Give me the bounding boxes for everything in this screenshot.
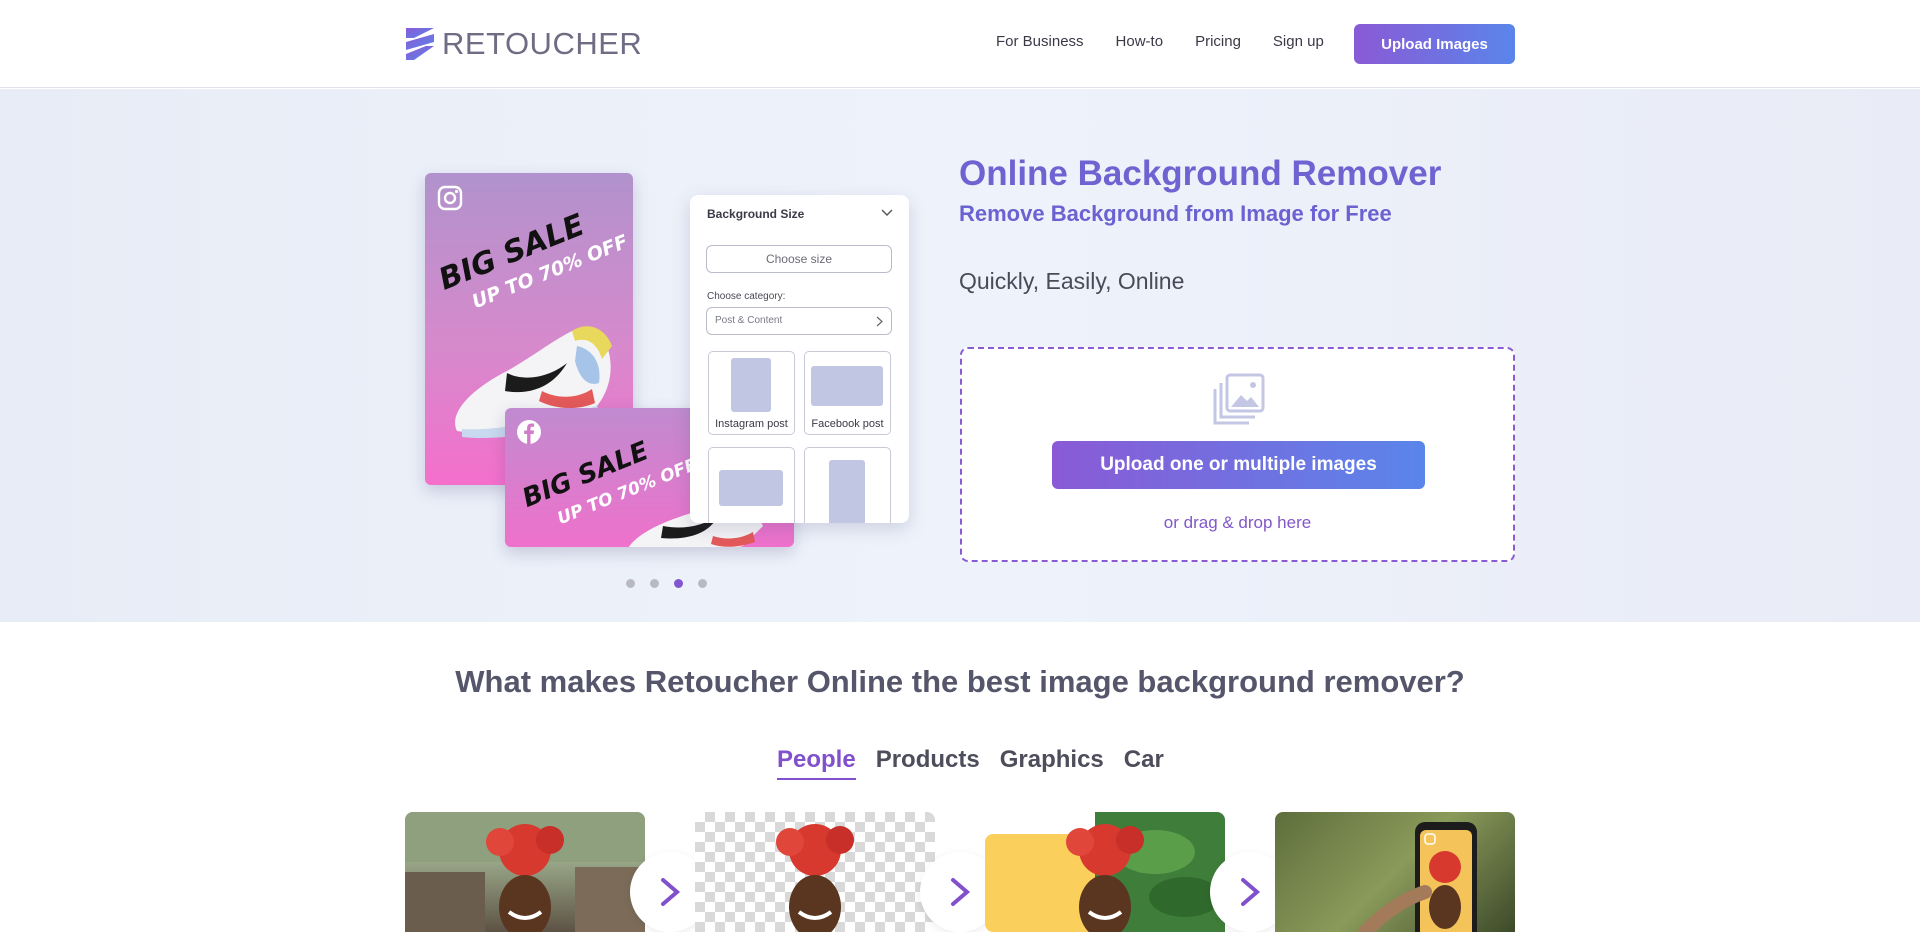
tile-landscape[interactable] — [708, 447, 795, 523]
nav-for-business[interactable]: For Business — [996, 33, 1084, 50]
category-value: Post & Content — [715, 315, 783, 326]
hero-title: Online Background Remover — [959, 154, 1442, 193]
nav-pricing[interactable]: Pricing — [1195, 33, 1241, 50]
nav-sign-up[interactable]: Sign up — [1273, 33, 1324, 50]
logo-text: RETOUCHER — [442, 26, 643, 61]
tab-car[interactable]: Car — [1124, 746, 1164, 780]
drag-drop-text: or drag & drop here — [1163, 513, 1312, 532]
woman-flowers-image — [405, 812, 645, 932]
example-photo-cutout — [695, 812, 935, 932]
logo-icon — [406, 28, 434, 60]
chevron-right-icon — [951, 878, 971, 906]
hero-subtitle: Remove Background from Image for Free — [959, 201, 1392, 226]
landscape-shape-icon — [719, 470, 783, 506]
site-header: RETOUCHER For Business How-to Pricing Si… — [0, 0, 1920, 88]
tile-story[interactable] — [804, 447, 891, 523]
instagram-icon — [437, 185, 463, 211]
tab-products[interactable]: Products — [876, 746, 980, 780]
upload-images-button[interactable]: Upload Images — [1354, 24, 1515, 64]
upload-dropzone[interactable]: Upload one or multiple images or drag & … — [960, 347, 1515, 562]
nav-how-to[interactable]: How-to — [1116, 33, 1164, 50]
portrait-shape-icon — [731, 358, 771, 412]
story-shape-icon — [829, 460, 865, 523]
example-photo-new-background — [985, 812, 1225, 932]
background-size-panel: Background Size Choose size Choose categ… — [690, 195, 909, 523]
category-tabs: People Products Graphics Car — [777, 746, 1164, 780]
phone-mockup-image — [1358, 822, 1477, 932]
facebook-icon — [517, 420, 541, 444]
tile-facebook-post[interactable]: Facebook post — [804, 351, 891, 435]
slider-dots — [626, 579, 707, 588]
tab-people[interactable]: People — [777, 746, 856, 780]
example-photo-phone — [1275, 812, 1515, 932]
panel-title: Background Size — [707, 207, 805, 221]
tile-label: Instagram post — [715, 418, 788, 430]
tile-instagram-post[interactable]: Instagram post — [708, 351, 795, 435]
slider-dot-2[interactable] — [650, 579, 659, 588]
upload-multiple-button[interactable]: Upload one or multiple images — [1052, 441, 1425, 489]
cutout-woman-image — [776, 824, 854, 932]
landscape-shape-icon — [811, 366, 883, 406]
logo[interactable]: RETOUCHER — [404, 26, 642, 62]
hero-tagline: Quickly, Easily, Online — [959, 268, 1185, 294]
tab-graphics[interactable]: Graphics — [1000, 746, 1104, 780]
main-nav: For Business How-to Pricing Sign up — [996, 33, 1324, 50]
chevron-down-icon[interactable] — [881, 209, 893, 217]
tile-label: Facebook post — [811, 418, 884, 430]
chevron-right-icon — [1241, 878, 1261, 906]
gallery-icon — [1213, 373, 1265, 425]
slider-dot-1[interactable] — [626, 579, 635, 588]
slider-dot-3[interactable] — [674, 579, 683, 588]
new-background-image — [985, 812, 1225, 932]
choose-size-button[interactable]: Choose size — [706, 245, 892, 273]
category-label: Choose category: — [707, 291, 786, 302]
chevron-right-icon — [876, 316, 883, 327]
slider-dot-4[interactable] — [698, 579, 707, 588]
chevron-right-icon — [661, 878, 681, 906]
features-title: What makes Retoucher Online the best ima… — [455, 664, 1465, 699]
category-select[interactable]: Post & Content — [706, 307, 892, 335]
example-photo-original — [405, 812, 645, 932]
